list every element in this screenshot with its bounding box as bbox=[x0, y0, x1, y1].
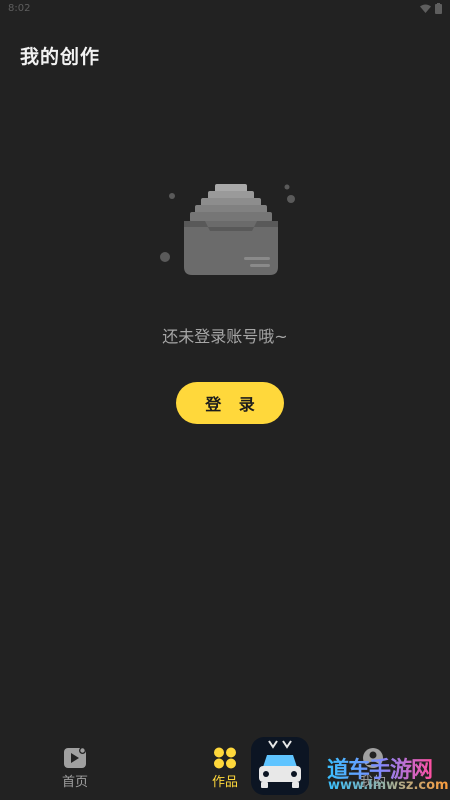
battery-icon bbox=[435, 3, 442, 14]
empty-state-message: 还未登录账号哦~ bbox=[162, 327, 288, 346]
status-bar: 8:02 bbox=[0, 0, 450, 20]
wifi-icon bbox=[420, 4, 431, 13]
car-app-icon bbox=[251, 737, 309, 795]
nav-home[interactable]: 首页 bbox=[45, 747, 105, 790]
grid-dots-icon bbox=[214, 747, 236, 769]
status-time: 8:02 bbox=[8, 3, 31, 14]
watermark-url: www.lmwsz.com bbox=[328, 778, 449, 793]
home-play-icon bbox=[64, 747, 86, 768]
nav-works-label: 作品 bbox=[211, 775, 238, 790]
page-title: 我的创作 bbox=[20, 46, 101, 68]
nav-home-label: 首页 bbox=[61, 775, 88, 790]
empty-inbox-icon bbox=[160, 184, 295, 275]
login-button[interactable]: 登 录 bbox=[176, 382, 284, 424]
status-icons bbox=[420, 3, 442, 14]
nav-works[interactable]: 作品 bbox=[195, 747, 255, 790]
